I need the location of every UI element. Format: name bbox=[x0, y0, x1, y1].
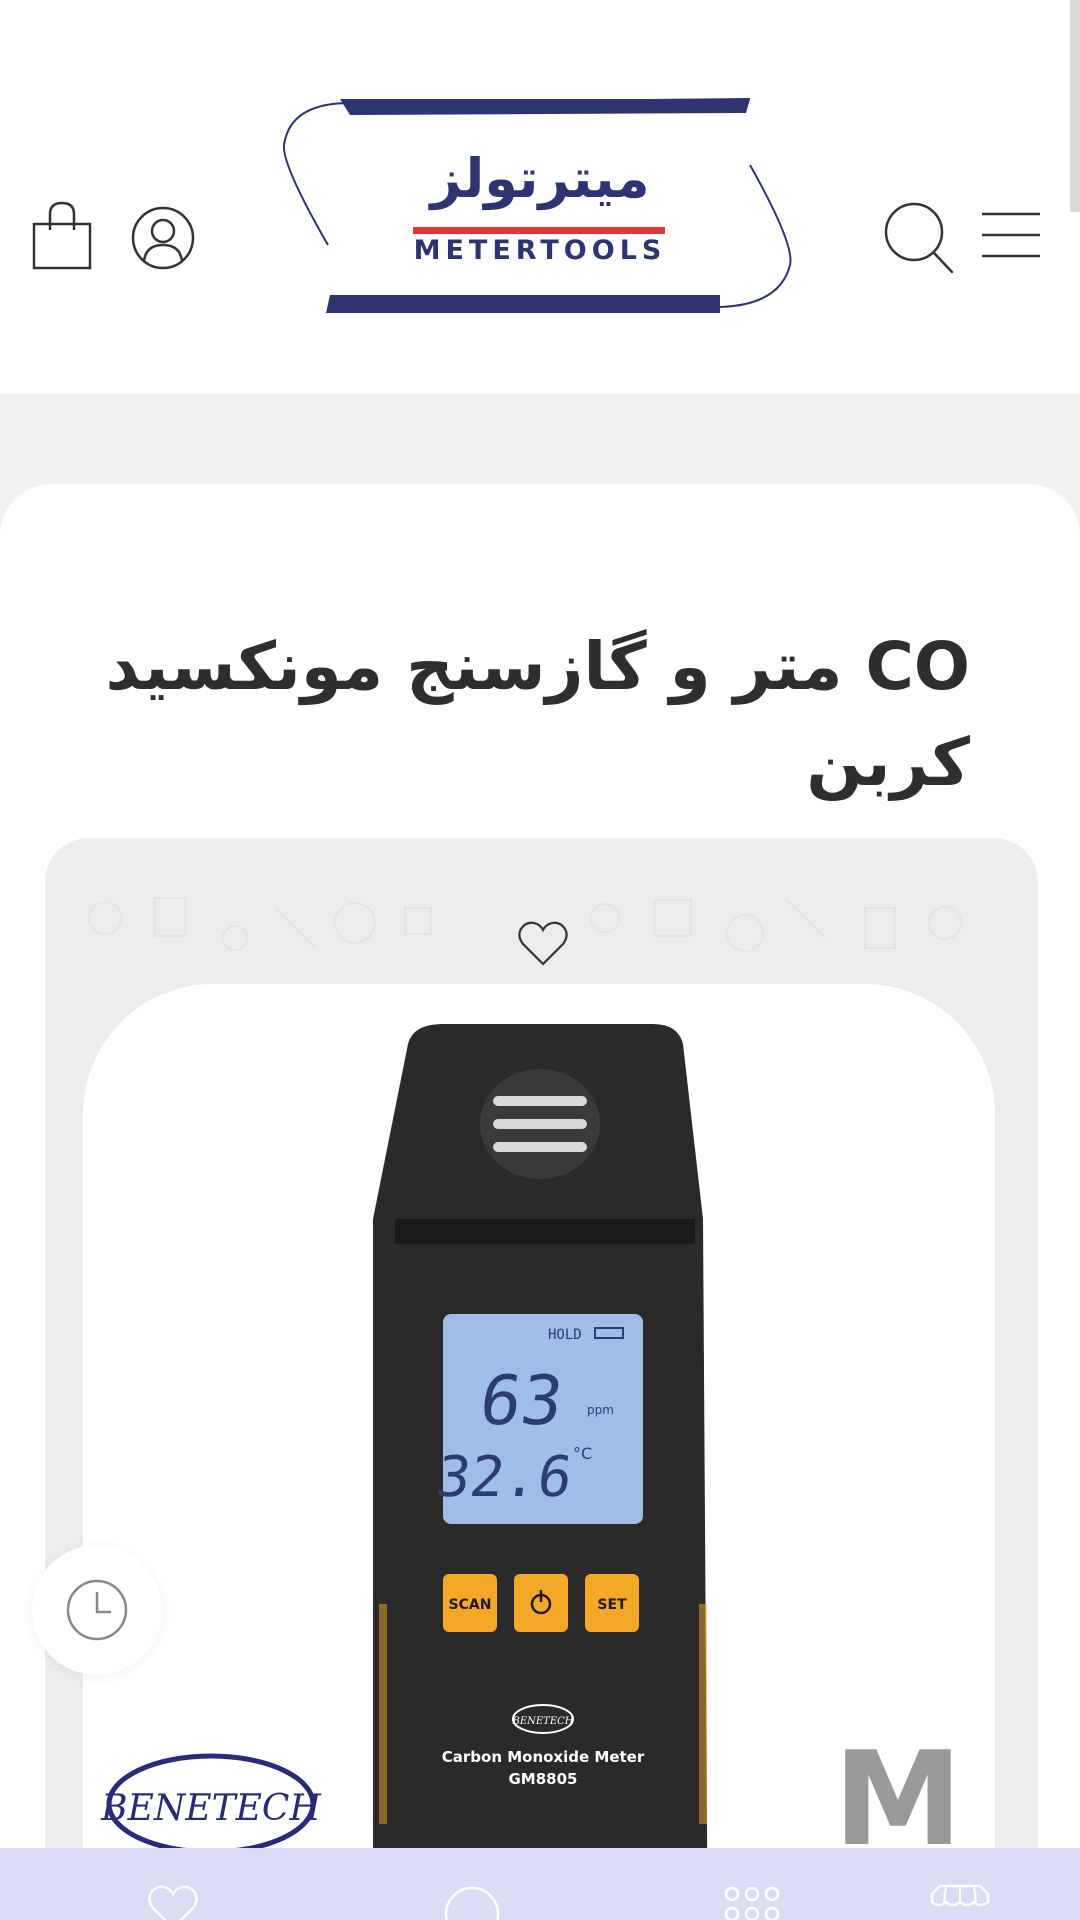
device-scan-label: SCAN bbox=[449, 1597, 492, 1613]
device-model-label: GM8805 bbox=[509, 1770, 578, 1788]
device-reading-unit: ppm bbox=[587, 1403, 614, 1417]
menu-button[interactable] bbox=[980, 210, 1042, 260]
logo-text-fa: میترتولز bbox=[430, 147, 650, 210]
site-header: میترتولز METERTOOLS bbox=[0, 0, 1080, 394]
watermark-brand: BENETECH bbox=[100, 1788, 321, 1829]
device-reading: 63 bbox=[475, 1362, 568, 1441]
search-icon bbox=[444, 1886, 500, 1920]
cart-button[interactable] bbox=[30, 200, 94, 272]
metertools-logo[interactable]: میترتولز METERTOOLS bbox=[280, 95, 800, 320]
heart-icon bbox=[518, 921, 568, 966]
wishlist-button[interactable] bbox=[515, 918, 571, 970]
product-card: CO متر و گازسنج مونکسید کربن HOLD 63 ppm… bbox=[0, 484, 1080, 1920]
device-temp-unit: °C bbox=[573, 1444, 592, 1463]
user-icon bbox=[131, 206, 195, 270]
hamburger-icon bbox=[982, 212, 1040, 258]
product-gallery: HOLD 63 ppm 32.6 °C SCAN SET BENETECH Ca… bbox=[45, 838, 1038, 1920]
recently-viewed-button[interactable] bbox=[32, 1545, 162, 1675]
product-title: CO متر و گازسنج مونکسید کربن bbox=[105, 628, 970, 801]
device-hold-label: HOLD bbox=[548, 1327, 582, 1343]
scrollbar[interactable] bbox=[1070, 0, 1080, 212]
store-icon bbox=[930, 1884, 990, 1907]
device-brand-label: BENETECH bbox=[511, 1716, 573, 1727]
nav-wishlist[interactable] bbox=[141, 1884, 205, 1920]
nav-categories[interactable] bbox=[720, 1884, 784, 1920]
bottom-navigation bbox=[0, 1848, 1080, 1920]
clock-icon bbox=[66, 1579, 128, 1641]
nav-search[interactable] bbox=[440, 1884, 504, 1920]
heart-icon bbox=[148, 1885, 198, 1920]
product-image: HOLD 63 ppm 32.6 °C SCAN SET BENETECH Ca… bbox=[100, 1024, 963, 1920]
search-button[interactable] bbox=[883, 200, 955, 276]
shopping-bag-icon bbox=[32, 201, 92, 270]
grid-icon bbox=[724, 1886, 780, 1920]
product-image-frame[interactable]: HOLD 63 ppm 32.6 °C SCAN SET BENETECH Ca… bbox=[83, 984, 995, 1920]
account-button[interactable] bbox=[130, 205, 196, 271]
logo-text-en: METERTOOLS bbox=[413, 235, 667, 266]
device-set-label: SET bbox=[597, 1597, 627, 1613]
device-name-label: Carbon Monoxide Meter bbox=[442, 1748, 645, 1766]
device-temp: 32.6 bbox=[432, 1445, 576, 1510]
search-icon bbox=[884, 202, 954, 274]
nav-store[interactable] bbox=[928, 1884, 992, 1920]
